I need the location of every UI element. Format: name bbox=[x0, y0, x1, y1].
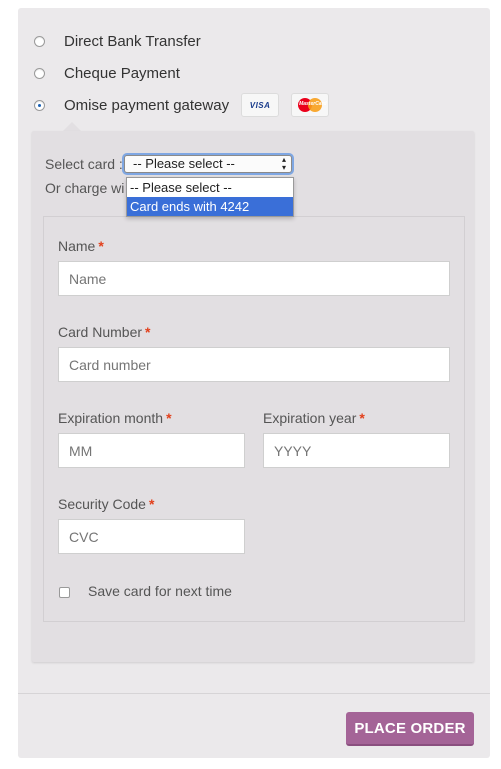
select-card-dropdown[interactable]: -- Please select -- ▴ ▾ bbox=[124, 155, 292, 173]
select-arrows-icon: ▴ ▾ bbox=[281, 155, 286, 172]
method-label: Omise payment gateway bbox=[64, 96, 230, 114]
required-mark: * bbox=[145, 324, 151, 340]
card-number-input[interactable] bbox=[58, 347, 450, 382]
payment-box-pointer bbox=[63, 122, 81, 131]
select-card-label: Select card : bbox=[45, 156, 123, 172]
card-number-label: Card Number * bbox=[58, 324, 151, 340]
radio-omise[interactable] bbox=[34, 99, 45, 111]
save-card-label: Save card for next time bbox=[88, 583, 232, 599]
radio-bank-transfer[interactable] bbox=[34, 35, 45, 47]
security-code-label: Security Code * bbox=[58, 496, 155, 512]
exp-month-label: Expiration month * bbox=[58, 410, 172, 426]
select-option-highlighted[interactable]: Card ends with 4242 bbox=[127, 197, 293, 216]
required-mark: * bbox=[98, 238, 104, 254]
select-option[interactable]: -- Please select -- bbox=[127, 178, 293, 197]
method-omise[interactable]: Omise payment gateway VISA MasterCard bbox=[34, 93, 330, 117]
name-label: Name * bbox=[58, 238, 104, 254]
place-order-button[interactable]: PLACE ORDER bbox=[346, 712, 474, 746]
save-card-checkbox[interactable] bbox=[59, 587, 70, 598]
divider bbox=[18, 693, 490, 694]
method-bank-transfer[interactable]: Direct Bank Transfer bbox=[34, 31, 201, 51]
radio-cheque[interactable] bbox=[34, 67, 45, 79]
charge-new-card-text: Or charge wi bbox=[45, 180, 125, 196]
exp-month-input[interactable] bbox=[58, 433, 245, 468]
name-input[interactable] bbox=[58, 261, 450, 296]
exp-year-label: Expiration year * bbox=[263, 410, 365, 426]
select-card-options: -- Please select -- Card ends with 4242 bbox=[126, 177, 294, 217]
required-mark: * bbox=[148, 496, 155, 512]
select-card-value: -- Please select -- bbox=[133, 156, 235, 171]
exp-year-input[interactable] bbox=[263, 433, 450, 468]
method-cheque[interactable]: Cheque Payment bbox=[34, 63, 180, 83]
required-mark: * bbox=[166, 410, 172, 426]
method-label: Cheque Payment bbox=[64, 64, 180, 82]
method-label: Direct Bank Transfer bbox=[64, 32, 201, 50]
visa-logo-icon: VISA bbox=[241, 93, 280, 117]
required-mark: * bbox=[359, 410, 365, 426]
mastercard-logo-icon: MasterCard bbox=[291, 93, 330, 117]
security-code-input[interactable] bbox=[58, 519, 245, 554]
